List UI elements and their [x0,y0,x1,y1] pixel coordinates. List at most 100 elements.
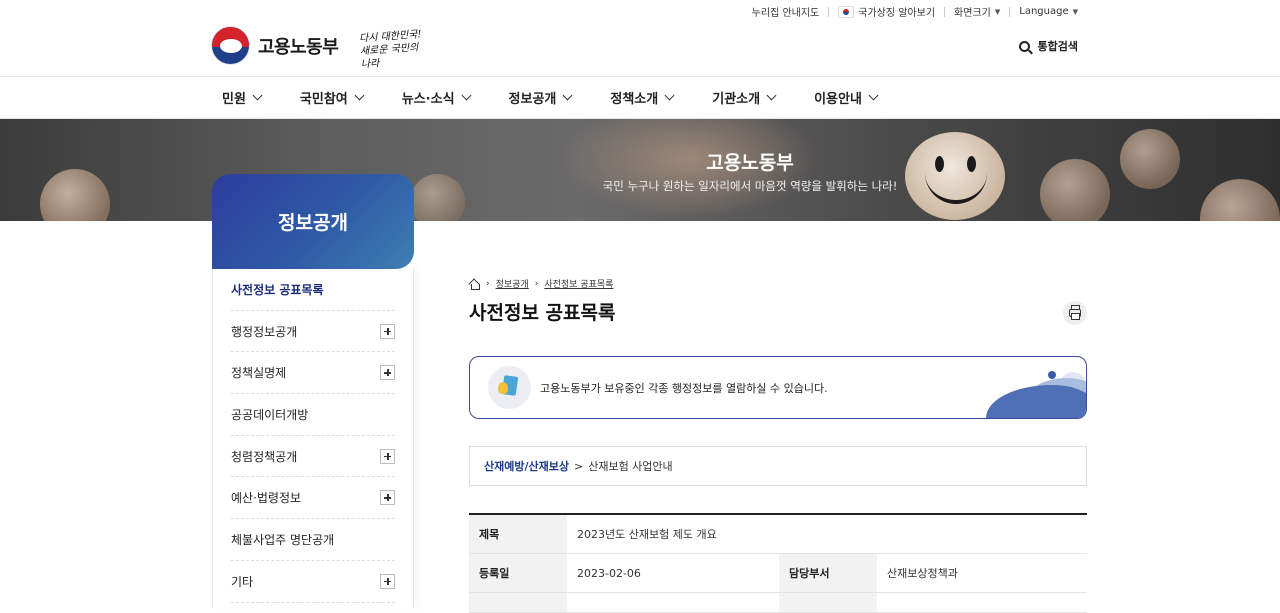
main-navigation: 민원 국민참여 뉴스·소식 정보공개 정책소개 기관소개 이용안내 [0,76,1280,119]
language-dropdown[interactable]: Language ▼ [1019,6,1078,17]
sidebar-item-label: 공공데이터개방 [231,407,309,422]
gnb-item-participation[interactable]: 국민참여 [299,88,365,107]
sidebar-item-label: 행정정보공개 [231,324,298,339]
smiley-ball-image [905,132,1005,220]
gnb-label: 뉴스·소식 [401,92,455,107]
title-header: 제목 [469,515,567,553]
breadcrumb: › 정보공개 › 사전정보 공표목록 [469,277,613,290]
utility-bar: 누리집 안내지도 국가상징 알아보기 화면크기 ▼ Language ▼ [0,0,1280,20]
slogan-line-2: 새로운 국민의 나라 [359,42,419,71]
cut-off-header [469,593,567,612]
info-notice-box: 고용노동부가 보유중인 각종 행정정보를 열람하실 수 있습니다. [469,356,1087,419]
chevron-down-icon: ▼ [994,7,1001,16]
gnb-item-about[interactable]: 기관소개 [712,88,777,107]
sidebar-title: 정보공개 [212,174,414,269]
chevron-down-icon: ▼ [1072,7,1078,16]
chevron-down-icon [252,90,263,101]
wooden-ball-image [40,169,110,221]
search-label: 통합검색 [1037,40,1078,53]
divider [944,6,946,17]
sidebar-item-unpaid-employers[interactable]: 체불사업주 명단공개 [231,519,395,561]
sidebar-item-label: 예산·법령정보 [231,491,302,506]
decorative-wave [986,385,1086,418]
chevron-down-icon [766,90,777,101]
cut-off-header [779,593,877,612]
breadcrumb-level2[interactable]: 사전정보 공표목록 [544,277,613,290]
sidebar-item-policy-name[interactable]: 정책실명제 [231,352,395,395]
print-button[interactable] [1063,301,1087,325]
divider [828,6,830,17]
national-symbol-label: 국가상징 알아보기 [858,8,936,19]
table-row [469,593,1087,613]
sidebar-item-admin-info[interactable]: 행정정보공개 [231,311,395,353]
chevron-down-icon [562,90,573,101]
gnb-item-guide[interactable]: 이용안내 [814,88,879,107]
category-primary: 산재예방/산재보상 [484,460,569,473]
category-path: 산재예방/산재보상 > 산재보험 사업안내 [469,446,1087,486]
sidebar-item-open-data[interactable]: 공공데이터개방 [231,394,395,436]
table-row: 등록일 2023-02-06 담당부서 산재보상정책과 [469,554,1087,593]
breadcrumb-separator: › [534,278,539,289]
integrated-search-button[interactable]: 통합검색 [1018,38,1078,54]
print-icon [1069,305,1081,320]
gnb-label: 국민참여 [299,92,348,107]
gnb-item-disclosure[interactable]: 정보공개 [508,88,573,107]
banner-subtitle: 국민 누구나 원하는 일자리에서 마음껏 역량을 발휘하는 나라! [602,179,898,193]
chevron-down-icon [354,90,365,101]
expand-plus-icon[interactable] [380,323,395,339]
sitemap-label: 누리집 안내지도 [751,8,820,19]
expand-plus-icon[interactable] [380,573,395,589]
screen-size-dropdown[interactable]: 화면크기 ▼ [954,4,1001,20]
page-title: 사전정보 공표목록 [469,302,616,324]
sidebar-menu: 사전정보 공표목록 행정정보공개 정책실명제 공공데이터개방 청렴정책공개 예산… [212,269,414,608]
gnb-label: 정보공개 [508,92,557,107]
language-label: Language [1019,6,1069,17]
sidebar-item-label: 청렴정책공개 [231,449,298,464]
banner-title: 고용노동부 [706,152,794,174]
gnb-item-news[interactable]: 뉴스·소식 [401,88,471,107]
sidebar-item-integrity[interactable]: 청렴정책공개 [231,436,395,478]
category-separator: > [573,459,584,473]
expand-plus-icon[interactable] [380,448,395,464]
decorative-dot [1048,371,1056,379]
sidebar-item-label: 기타 [231,574,254,589]
sidebar-item-public-list[interactable]: 사전정보 공표목록 [231,269,395,311]
site-header: 고용노동부 다시 대한민국! 새로운 국민의 나라 통합검색 [0,20,1280,76]
date-value: 2023-02-06 [577,566,641,580]
breadcrumb-level1[interactable]: 정보공개 [496,277,529,290]
screen-size-label: 화면크기 [954,8,991,19]
home-logo-link[interactable]: 고용노동부 [211,26,339,65]
cut-off-value [567,593,779,612]
book-bulb-icon [488,366,531,409]
national-symbol-link[interactable]: 국가상징 알아보기 [838,4,935,19]
gnb-label: 이용안내 [814,92,862,107]
chevron-down-icon [868,90,879,101]
sidebar-item-label: 사전정보 공표목록 [231,282,324,297]
sitemap-link[interactable]: 누리집 안내지도 [752,4,820,19]
utility-links: 누리집 안내지도 국가상징 알아보기 화면크기 ▼ Language ▼ [752,4,1078,19]
cut-off-value [877,593,1087,612]
chevron-down-icon [461,90,471,101]
divider [1009,6,1011,17]
sidebar-item-budget-law[interactable]: 예산·법령정보 [231,477,395,520]
dept-value: 산재보상정책과 [887,567,958,580]
date-header: 등록일 [469,554,567,592]
breadcrumb-separator: › [486,278,490,289]
category-secondary: 산재보험 사업안내 [588,460,673,473]
chevron-down-icon [664,90,675,101]
expand-plus-icon[interactable] [380,490,395,506]
expand-plus-icon[interactable] [380,365,395,381]
gnb-item-policy[interactable]: 정책소개 [610,88,675,107]
home-icon[interactable] [469,279,480,290]
gnb-item-civil[interactable]: 민원 [222,88,263,107]
government-emblem-icon [211,26,250,65]
gnb-label: 기관소개 [712,92,761,107]
korean-flag-icon [838,5,855,18]
gnb-label: 정책소개 [610,92,659,107]
sidebar-item-label: 체불사업주 명단공개 [231,532,335,547]
search-icon [1018,40,1030,52]
detail-table: 제목 2023년도 산재보험 제도 개요 등록일 2023-02-06 담당부서… [469,513,1087,613]
title-value: 2023년도 산재보험 제도 개요 [577,528,717,541]
sidebar-item-label: 정책실명제 [231,366,287,381]
sidebar-item-etc[interactable]: 기타 [231,561,395,603]
